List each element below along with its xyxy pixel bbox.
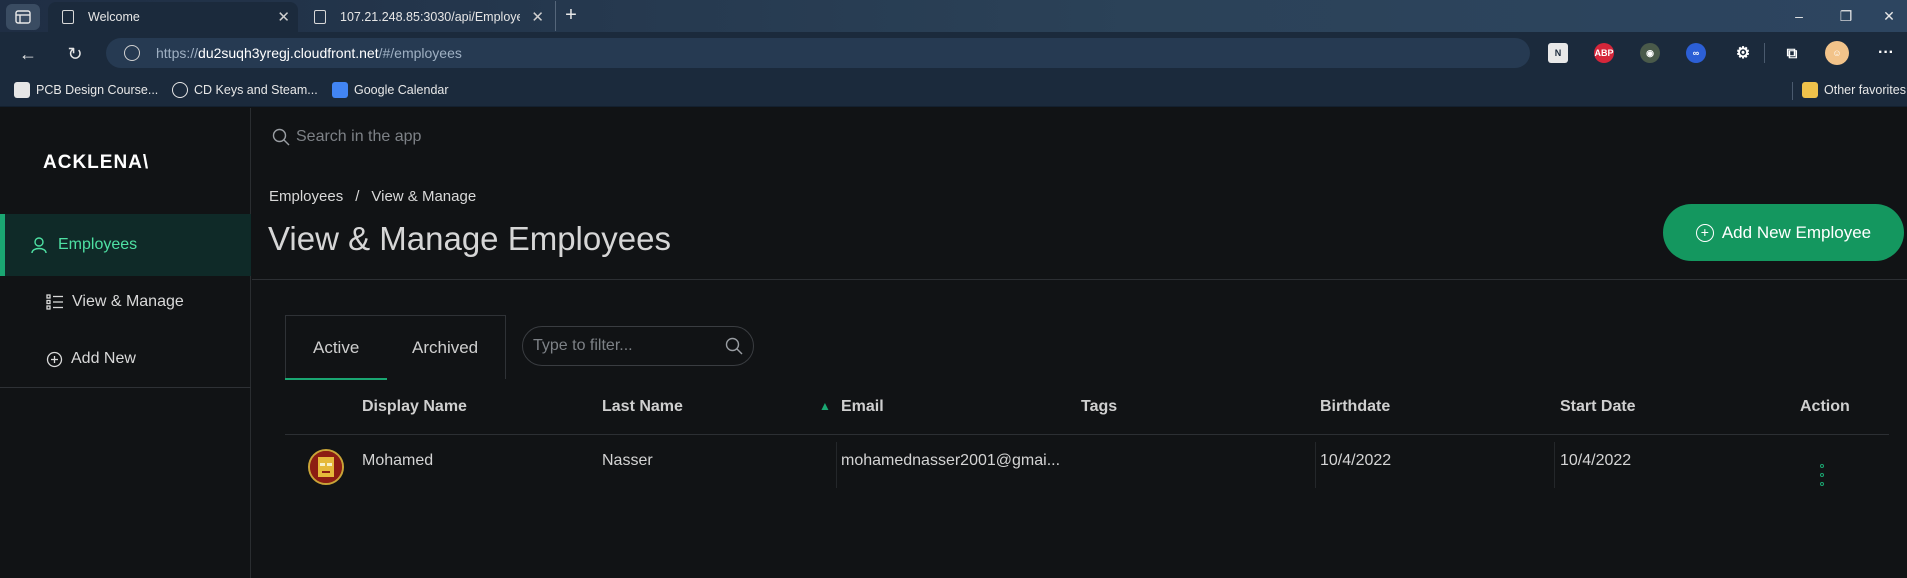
sort-ascending-icon[interactable]: ▲: [819, 399, 831, 413]
ironman-avatar-icon: [310, 451, 342, 483]
close-window-icon[interactable]: ✕: [1866, 0, 1907, 32]
add-circle-icon: [46, 351, 63, 367]
notion-extension-icon[interactable]: N: [1548, 43, 1568, 63]
sidebar-item-employees[interactable]: Employees: [0, 214, 251, 276]
plus-circle-icon: +: [1695, 223, 1714, 242]
header-divider: [252, 279, 1907, 280]
bookmark-pcb[interactable]: PCB Design Course...: [14, 81, 158, 99]
cell-last-name: Nasser: [602, 452, 653, 469]
restore-icon[interactable]: ❐: [1823, 0, 1869, 32]
search-icon: [272, 128, 290, 146]
bookmark-cdkeys[interactable]: CD Keys and Steam...: [172, 81, 318, 99]
column-action: Action: [1800, 398, 1850, 415]
page-icon: [62, 10, 74, 24]
tab-archived[interactable]: Archived: [412, 338, 478, 358]
cell-display-name: Mohamed: [362, 452, 434, 469]
active-tab-indicator: [285, 378, 387, 380]
sidebar-item-add-new[interactable]: Add New: [46, 350, 136, 368]
folder-icon: [1802, 82, 1818, 98]
adblock-extension-icon[interactable]: ABP: [1594, 43, 1614, 63]
app-search[interactable]: Search in the app: [272, 128, 421, 146]
sidebar: ACKLENA\ Employees View & Manage Add New: [0, 108, 251, 578]
sidebar-item-label: Employees: [58, 236, 138, 253]
filter-input[interactable]: Type to filter...: [522, 326, 754, 366]
avatar: [308, 449, 344, 485]
column-tags[interactable]: Tags: [1081, 398, 1117, 416]
minimize-icon[interactable]: –: [1776, 0, 1822, 32]
cell-email: mohamednasser2001@gmai...: [841, 452, 1061, 469]
breadcrumb: Employees / View & Manage: [269, 188, 476, 205]
close-tab-icon[interactable]: ✕: [277, 8, 290, 26]
column-email[interactable]: Email: [841, 398, 884, 416]
url-host: du2suqh3yregj.cloudfront.net: [198, 45, 379, 61]
toolbar-divider: [1764, 43, 1765, 63]
other-favorites-label: Other favorites: [1824, 83, 1906, 97]
tab-active[interactable]: Active: [313, 338, 359, 358]
other-favorites[interactable]: Other favorites: [1802, 81, 1906, 99]
bookmark-a-icon: [14, 82, 30, 98]
breadcrumb-employees[interactable]: Employees: [269, 188, 343, 205]
sidebar-item-view-manage[interactable]: View & Manage: [46, 293, 184, 311]
tab-actions-icon: [15, 10, 31, 24]
add-button-label: Add New Employee: [1721, 222, 1872, 242]
calendar-icon: [332, 82, 348, 98]
bookmark-cd-icon: [172, 82, 188, 98]
column-display-name[interactable]: Display Name: [362, 398, 467, 416]
main-content: Search in the app Employees / View & Manag…: [252, 108, 1907, 578]
sidebar-item-label: Add New: [71, 350, 136, 367]
cell-separator: [1315, 442, 1316, 488]
tab-actions-button[interactable]: [6, 4, 40, 30]
search-placeholder: Search in the app: [296, 128, 422, 145]
browser-tab-api[interactable]: 107.21.248.85:3030/api/Employe ✕: [300, 2, 552, 32]
cell-birthdate: 10/4/2022: [1320, 452, 1392, 469]
new-tab-icon[interactable]: +: [558, 4, 584, 28]
refresh-icon[interactable]: ↻: [63, 42, 87, 66]
collections-icon[interactable]: ⧉: [1782, 43, 1802, 63]
browser-tab-welcome[interactable]: Welcome ✕: [48, 2, 298, 32]
column-birthdate[interactable]: Birthdate: [1320, 398, 1390, 416]
cell-start-date: 10/4/2022: [1560, 452, 1632, 469]
infinity-extension-icon[interactable]: ∞: [1686, 43, 1706, 63]
sidebar-item-label: View & Manage: [72, 293, 184, 310]
bookmark-google-calendar[interactable]: Google Calendar: [332, 81, 449, 99]
acklena-logo: ACKLENA\: [43, 152, 150, 173]
spy-extension-icon[interactable]: ◉: [1640, 43, 1660, 63]
sidebar-divider: [0, 387, 251, 388]
close-tab-icon[interactable]: ✕: [531, 8, 544, 26]
list-icon: [46, 294, 63, 310]
bookmark-label: PCB Design Course...: [36, 83, 159, 97]
tab-divider: [555, 1, 556, 31]
url-field[interactable]: https://du2suqh3yregj.cloudfront.net/#/e…: [106, 38, 1530, 68]
extensions-icon[interactable]: ⚙: [1733, 43, 1753, 63]
add-new-employee-button[interactable]: + Add New Employee: [1663, 204, 1904, 261]
search-icon: [725, 337, 743, 355]
status-tabs: Active Archived: [285, 315, 506, 379]
bookmarks-bar: PCB Design Course... CD Keys and Steam..…: [0, 74, 1907, 107]
column-last-name[interactable]: Last Name: [602, 398, 683, 416]
row-actions-kebab-icon[interactable]: [1819, 464, 1825, 486]
breadcrumb-view-manage: View & Manage: [371, 188, 477, 205]
browser-tab-strip: Welcome ✕ 107.21.248.85:3030/api/Employe…: [0, 0, 1907, 32]
tab-title: 107.21.248.85:3030/api/Employe: [340, 10, 520, 24]
cell-separator: [1554, 442, 1555, 488]
url-path: /#/employees: [378, 45, 462, 61]
column-start-date[interactable]: Start Date: [1560, 398, 1636, 416]
address-bar-row: ← ↻ https://du2suqh3yregj.cloudfront.net…: [0, 32, 1907, 74]
breadcrumb-separator: /: [355, 188, 360, 205]
profile-avatar[interactable]: ☺: [1825, 41, 1849, 65]
url-scheme: https://: [156, 45, 199, 61]
bookmark-label: Google Calendar: [354, 83, 449, 97]
user-icon: [31, 237, 47, 254]
bookmarks-divider: [1792, 82, 1793, 100]
table-header-divider: [285, 434, 1889, 435]
back-icon[interactable]: ←: [16, 42, 40, 66]
filter-placeholder: Type to filter...: [533, 337, 633, 354]
tab-title: Welcome: [88, 10, 140, 24]
page-icon: [314, 10, 326, 24]
page-title: View & Manage Employees: [268, 220, 671, 257]
more-icon[interactable]: ···: [1876, 43, 1896, 63]
cell-separator: [836, 442, 837, 488]
globe-icon: [124, 45, 140, 61]
bookmark-label: CD Keys and Steam...: [194, 83, 318, 97]
